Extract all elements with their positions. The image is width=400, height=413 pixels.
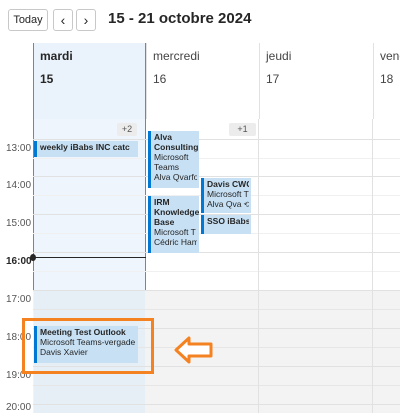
calendar-toolbar: Today ‹ › 15 - 21 octobre 2024: [0, 0, 400, 40]
chevron-left-icon: ‹: [60, 12, 66, 28]
day-header-tuesday[interactable]: mardi 15: [33, 43, 146, 119]
event-organizer: Alva Qva⟲: [207, 199, 249, 210]
time-label: 15:00: [6, 218, 32, 229]
today-button[interactable]: Today: [8, 9, 48, 31]
chevron-right-icon: ›: [83, 12, 89, 28]
recurrence-off-icon: ⟲: [244, 200, 250, 209]
day-header-friday[interactable]: vendredi 18: [373, 43, 400, 119]
event-weekly-ibabs[interactable]: weekly iBabs INC catc: [34, 141, 138, 157]
day-name: jeudi: [266, 49, 292, 63]
event-organizer-name: Alva Qva: [207, 199, 242, 209]
next-week-button[interactable]: ›: [76, 9, 96, 31]
hour-line: [33, 252, 400, 253]
event-organizer: Cédric Ham: [154, 237, 197, 247]
event-organizer: Alva Qvarfo: [154, 172, 197, 182]
time-label: 14:00: [6, 180, 32, 191]
day-name: mercredi: [153, 49, 200, 63]
event-irm-knowledge-base[interactable]: IRM Knowledge Base Microsoft T Cédric Ha…: [148, 196, 199, 253]
time-label-current: 16:00: [6, 256, 32, 267]
day-name: mardi: [40, 49, 73, 63]
more-events-badge[interactable]: +2: [117, 123, 137, 136]
event-title: Alva Consulting: [154, 132, 199, 152]
event-location: Microsoft Teams: [154, 152, 189, 172]
current-time-line: [33, 257, 146, 258]
event-title: IRM Knowledge Base: [154, 197, 199, 227]
time-label: 20:00: [6, 402, 32, 413]
half-hour-line: [33, 385, 400, 386]
hour-line: [33, 404, 400, 405]
time-label: 17:00: [6, 294, 32, 305]
event-title: SSO iBabs: [207, 216, 249, 226]
arrow-left-icon: [174, 336, 213, 364]
day-name: vendredi: [380, 49, 400, 63]
half-hour-line: [33, 271, 400, 272]
event-location: Microsoft T: [207, 189, 249, 199]
column-divider: [372, 119, 373, 413]
event-alva-consulting[interactable]: Alva Consulting Microsoft Teams Alva Qva…: [148, 131, 199, 188]
time-label: 13:00: [6, 143, 32, 154]
event-title: Davis CWC: [207, 179, 249, 189]
day-number: 15: [40, 72, 54, 86]
half-hour-line: [33, 309, 400, 310]
event-sso-ibabs[interactable]: SSO iBabs: [201, 215, 251, 234]
day-header-thursday[interactable]: jeudi 17: [259, 43, 373, 119]
hour-line: [33, 139, 400, 140]
half-hour-line: [33, 158, 400, 159]
hour-line: [33, 176, 400, 177]
event-davis-cwc[interactable]: Davis CWC Microsoft T Alva Qva⟲: [201, 178, 251, 213]
day-header-wednesday[interactable]: mercredi 16: [146, 43, 259, 119]
column-divider: [258, 119, 259, 413]
hour-line: [33, 290, 400, 291]
more-events-badge[interactable]: +1: [229, 123, 256, 136]
day-number: 17: [266, 72, 280, 86]
day-number: 18: [380, 72, 394, 86]
event-location: Microsoft T: [154, 227, 196, 237]
annotation-highlight-box: [22, 318, 154, 374]
previous-week-button[interactable]: ‹: [53, 9, 73, 31]
date-range-title: 15 - 21 octobre 2024: [108, 10, 252, 27]
day-number: 16: [153, 72, 167, 86]
event-title: weekly iBabs INC catc: [40, 142, 130, 152]
